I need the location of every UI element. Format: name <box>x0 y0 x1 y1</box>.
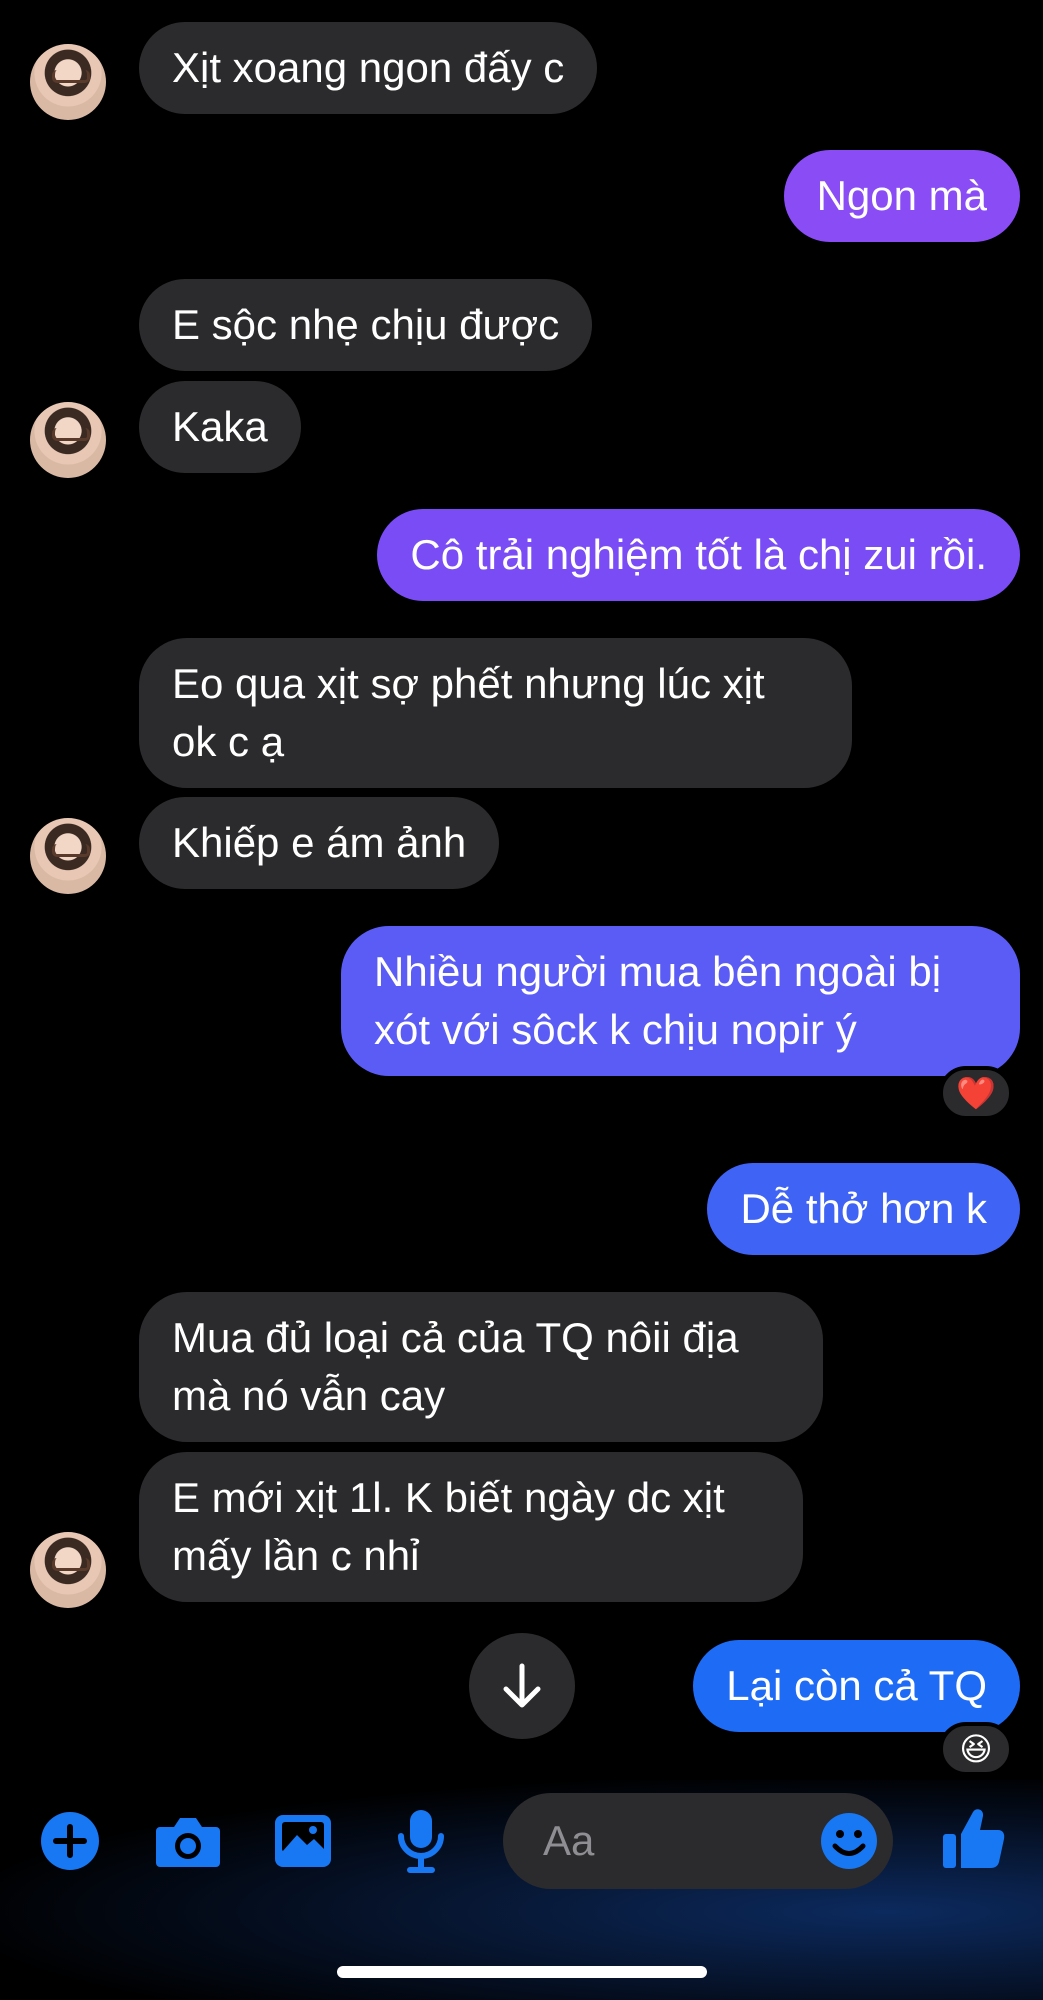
thumbs-up-icon <box>943 1809 1005 1868</box>
message-in[interactable]: E mới xịt 1l. K biết ngày dc xịt mấy lần… <box>139 1452 803 1602</box>
message-out[interactable]: Lại còn cả TQ <box>693 1640 1020 1732</box>
arrow-down-icon <box>503 1663 541 1708</box>
microphone-icon <box>398 1810 444 1873</box>
message-in[interactable]: Kaka <box>139 381 301 473</box>
contact-avatar[interactable] <box>30 402 106 478</box>
message-in[interactable]: Khiếp e ám ảnh <box>139 797 500 889</box>
contact-avatar[interactable] <box>30 44 106 120</box>
camera-icon <box>156 1818 220 1867</box>
message-out[interactable]: Dễ thở hơn k <box>707 1163 1020 1255</box>
home-indicator[interactable] <box>337 1966 707 1978</box>
emoji-icon[interactable] <box>819 1811 879 1871</box>
message-out[interactable]: Nhiều người mua bên ngoài bị xót với sôc… <box>341 926 1020 1076</box>
contact-avatar[interactable] <box>30 818 106 894</box>
message-in[interactable]: Xịt xoang ngon đấy c <box>139 22 598 114</box>
image-icon <box>275 1815 331 1867</box>
message-input-box[interactable] <box>503 1793 893 1889</box>
heart-reaction[interactable]: ❤️ <box>939 1066 1013 1120</box>
like-button[interactable] <box>940 1806 1006 1872</box>
laughing-reaction[interactable]: 😆 <box>939 1722 1013 1776</box>
message-out[interactable]: Cô trải nghiệm tốt là chị zui rồi. <box>377 509 1020 601</box>
scroll-to-bottom-button[interactable] <box>469 1633 575 1739</box>
gallery-button[interactable] <box>273 1810 333 1872</box>
contact-avatar[interactable] <box>30 1532 106 1608</box>
camera-button[interactable] <box>154 1810 222 1872</box>
message-in[interactable]: E sộc nhẹ chịu được <box>139 279 593 371</box>
plus-icon <box>41 1812 99 1870</box>
message-out[interactable]: Ngon mà <box>783 150 1020 242</box>
voice-button[interactable] <box>396 1808 446 1874</box>
message-input[interactable] <box>543 1815 783 1867</box>
message-in[interactable]: Eo qua xịt sợ phết nhưng lúc xịt ok c ạ <box>139 638 852 788</box>
plus-button[interactable] <box>39 1810 101 1872</box>
message-in[interactable]: Mua đủ loại cả của TQ nôii địa mà nó vẫn… <box>139 1292 823 1442</box>
